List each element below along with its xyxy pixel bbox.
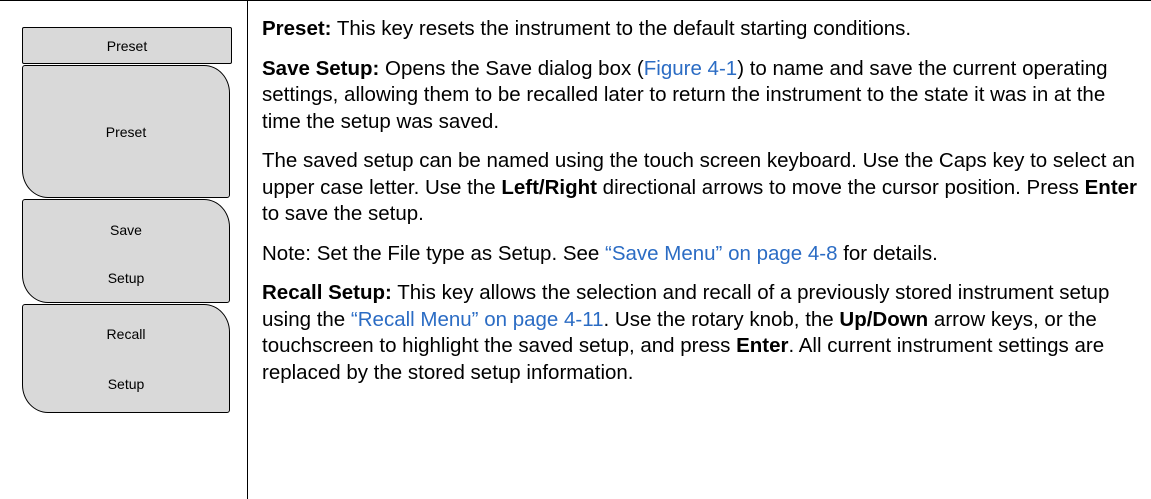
description-column: Preset: This key resets the instrument t… [262,16,1142,399]
file-type-note: Note: Set the File type as Setup. See “S… [262,241,1142,268]
note-text-b: for details. [837,241,938,265]
save-menu-link[interactable]: “Save Menu” on page 4-8 [605,242,837,265]
recall-text-b: . Use the rotary knob, the [603,307,840,331]
recall-setup-key-line2: Setup [107,376,145,392]
enter-term-2: Enter [736,334,789,357]
naming-text-b: directional arrows to move the cursor po… [596,175,1085,199]
preset-menu: Preset Preset Save Setup Recall Setup [22,27,232,438]
preset-key-label: Preset [105,123,147,140]
save-setup-term: Save Setup: [262,56,380,80]
preset-key[interactable]: Preset [22,65,230,198]
recall-setup-term: Recall Setup: [262,281,392,304]
save-setup-key-line2: Setup [107,270,145,286]
enter-term: Enter [1084,175,1138,199]
note-text-a: Note: Set the File type as Setup. See [262,241,606,265]
menu-title-label: Preset [106,37,148,54]
recall-menu-link[interactable]: “Recall Menu” on page 4-11 [351,308,604,331]
left-right-term: Left/Right [501,175,597,199]
save-setup-key-line1: Save [110,222,142,238]
figure-4-1-link[interactable]: Figure 4-1 [644,57,737,80]
preset-term: Preset: [262,17,332,40]
preset-text: This key resets the instrument to the de… [331,17,912,40]
recall-setup-key[interactable]: Recall Setup [22,304,230,413]
naming-description: The saved setup can be named using the t… [262,148,1142,228]
save-setup-text-a: Opens the Save dialog box ( [379,56,644,80]
recall-setup-key-line1: Recall [106,326,146,342]
column-separator [247,0,248,499]
up-down-term: Up/Down [839,307,929,331]
preset-description: Preset: This key resets the instrument t… [262,16,1142,43]
recall-setup-description: Recall Setup: This key allows the select… [262,280,1142,386]
save-setup-key[interactable]: Save Setup [22,199,230,303]
table-top-border [0,0,1151,1]
save-setup-description: Save Setup: Opens the Save dialog box (F… [262,56,1142,136]
naming-text-c: to save the setup. [262,202,424,225]
menu-title: Preset [22,27,232,64]
